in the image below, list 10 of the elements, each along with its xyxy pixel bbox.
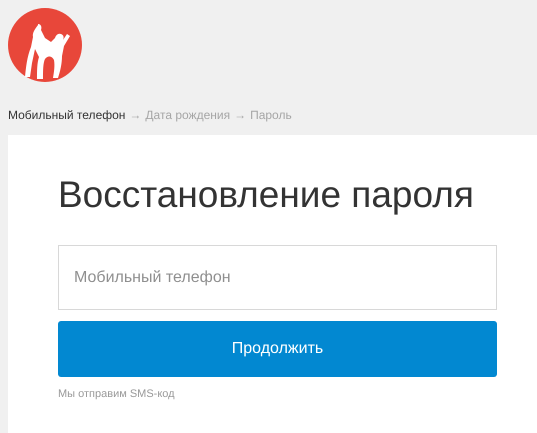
breadcrumb-step: Мобильный телефон bbox=[8, 108, 126, 122]
sms-hint: Мы отправим SMS-код bbox=[58, 388, 176, 400]
logo-icon bbox=[8, 8, 82, 82]
page-title: Восстановление пароля bbox=[58, 173, 475, 217]
arrow-separator: → bbox=[234, 108, 246, 122]
breadcrumb-step: Пароль bbox=[250, 108, 292, 122]
arrow-separator: → bbox=[129, 108, 142, 122]
breadcrumb-step: Дата рождения bbox=[145, 108, 230, 122]
phone-field[interactable]: Мобильный телефон bbox=[58, 245, 497, 310]
continue-button[interactable]: Продолжить bbox=[58, 321, 497, 377]
